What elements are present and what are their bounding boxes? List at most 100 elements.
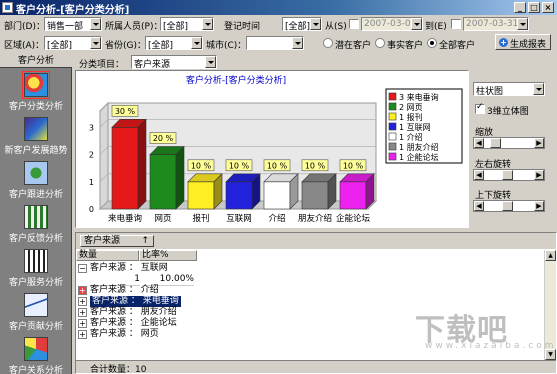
title-bar: 客户分析-[客户分类分析] _ □ ×	[0, 0, 557, 16]
province-select[interactable]: [全部]	[145, 36, 203, 51]
legend-swatch	[388, 112, 397, 121]
table-row[interactable]: 1 10.00%	[76, 274, 196, 286]
relation-chart-icon	[24, 337, 48, 361]
dept-value: 销售一部	[47, 22, 84, 32]
lr-slider-thumb[interactable]	[501, 170, 513, 180]
x-tick-label: 企能论坛	[336, 213, 371, 224]
chevron-down-icon[interactable]	[90, 18, 101, 30]
table-row[interactable]: + 客户来源 ： 介绍	[76, 285, 196, 296]
radio-actual-label: 事实客户	[387, 41, 424, 51]
sidebar-item-trend[interactable]: 新客户发展趋势	[0, 114, 72, 160]
expand-icon[interactable]: +	[78, 319, 87, 328]
chevron-down-icon[interactable]	[90, 37, 101, 49]
sidebar-item-relation[interactable]: 客户关系分析	[0, 334, 72, 374]
lr-rotate-slider[interactable]: ◀ ▶	[473, 169, 545, 181]
bar	[225, 181, 253, 210]
slider-left-arrow-icon[interactable]: ◀	[474, 170, 484, 180]
zoom-slider-thumb[interactable]	[489, 138, 501, 148]
minimize-button[interactable]: _	[514, 2, 526, 13]
from-date-picker[interactable]: 2007-03-01	[361, 17, 423, 31]
chevron-down-icon[interactable]	[292, 37, 303, 49]
table-row[interactable]: + 客户来源 ： 网页	[76, 329, 196, 340]
regtime-select[interactable]: [全部]	[282, 17, 322, 32]
chevron-down-icon[interactable]	[533, 83, 544, 95]
expand-icon[interactable]: +	[78, 286, 87, 295]
radio-potential[interactable]	[323, 38, 333, 48]
expand-icon[interactable]: +	[78, 308, 87, 317]
chart-type-select[interactable]: 柱状图	[473, 82, 545, 97]
chevron-down-icon[interactable]	[191, 37, 202, 49]
chart-title: 客户分析-[客户分类分析]	[186, 74, 286, 86]
table-row[interactable]: − 客户来源 ： 互联网	[76, 263, 196, 274]
data-label: 10 %	[343, 161, 364, 170]
group-bar: 客户来源 ↑	[76, 233, 556, 249]
table-row[interactable]: + 客户来源 ： 朋友介绍	[76, 307, 196, 318]
staff-select[interactable]: [全部]	[160, 17, 214, 32]
sidebar-item-service[interactable]: 客户服务分析	[0, 246, 72, 292]
dept-select[interactable]: 销售一部	[44, 17, 102, 32]
radio-actual[interactable]	[375, 38, 385, 48]
maximize-button[interactable]: □	[528, 2, 540, 13]
sort-arrow-icon: ↑	[141, 236, 149, 246]
x-tick-label: 网页	[154, 214, 171, 224]
zoom-slider[interactable]: ◀ ▶	[473, 137, 545, 149]
group-row-label: 客户来源 ： 互联网	[90, 263, 168, 273]
service-chart-icon	[24, 249, 48, 273]
collapse-icon[interactable]: −	[78, 264, 87, 273]
chevron-down-icon[interactable]	[205, 56, 216, 68]
group-by-chip[interactable]: 客户来源 ↑	[80, 235, 154, 247]
close-button[interactable]: ×	[542, 2, 554, 13]
radio-all[interactable]	[427, 38, 437, 48]
category-label: 分类项目：	[79, 60, 125, 70]
sidebar-item-classify[interactable]: 客户分类分析	[0, 70, 72, 116]
from-label: 从(S)	[325, 22, 347, 32]
category-select[interactable]: 客户来源	[131, 55, 217, 70]
slider-right-arrow-icon[interactable]: ▶	[534, 138, 544, 148]
chevron-down-icon[interactable]	[310, 18, 321, 30]
table-row[interactable]: + 客户来源 ： 来电垂询	[76, 296, 196, 307]
group-row-label: 客户来源 ： 朋友介绍	[90, 307, 177, 317]
expand-icon[interactable]: +	[78, 297, 87, 306]
staff-label: 所属人员(P)：	[105, 22, 163, 32]
data-label: 10 %	[267, 161, 288, 170]
to-date-picker[interactable]: 2007-03-31	[463, 17, 529, 31]
chart-side-wall	[99, 101, 109, 211]
sidebar-item-follow[interactable]: 客户跟进分析	[0, 158, 72, 204]
sidebar-item-contribution[interactable]: 客户贡献分析	[0, 290, 72, 336]
chevron-down-icon[interactable]	[411, 18, 422, 30]
watermark: 下载吧 www.xiazaiba.com	[415, 305, 554, 351]
sidebar-item-label: 客户关系分析	[8, 366, 63, 374]
x-tick-label: 互联网	[226, 214, 252, 224]
threed-checkbox[interactable]	[475, 102, 485, 114]
chevron-down-icon[interactable]	[202, 18, 213, 30]
legend-swatch	[388, 122, 397, 131]
ud-rotate-slider[interactable]: ◀ ▶	[473, 200, 545, 212]
slider-left-arrow-icon[interactable]: ◀	[474, 201, 484, 211]
region-value: [全部]	[47, 41, 73, 51]
slider-right-arrow-icon[interactable]: ▶	[534, 170, 544, 180]
y-tick-label: 3	[89, 123, 94, 132]
table-row[interactable]: + 客户来源 ： 企能论坛	[76, 318, 196, 329]
sidebar: 客户分析 客户分类分析 新客户发展趋势 客户跟进分析 客户反馈分析 客户服务分析…	[0, 54, 72, 374]
generate-report-button[interactable]: + 生成报表	[495, 34, 551, 50]
ud-slider-thumb[interactable]	[501, 201, 513, 211]
scroll-up-icon[interactable]: ▲	[545, 250, 556, 261]
col-header-ratio[interactable]: 比率%	[139, 250, 197, 261]
chevron-down-icon[interactable]	[517, 18, 528, 30]
city-select[interactable]	[246, 36, 304, 50]
region-select[interactable]: [全部]	[44, 36, 102, 51]
from-checkbox[interactable]	[349, 19, 359, 29]
data-label: 10 %	[191, 161, 212, 170]
expand-icon[interactable]: +	[78, 330, 87, 339]
slider-right-arrow-icon[interactable]: ▶	[534, 201, 544, 211]
group-by-label: 客户来源	[84, 236, 121, 246]
sidebar-header[interactable]: 客户分析	[0, 54, 72, 68]
sidebar-item-feedback[interactable]: 客户反馈分析	[0, 202, 72, 248]
slider-left-arrow-icon[interactable]: ◀	[474, 138, 484, 148]
total-count: 合计数量：10	[90, 365, 147, 374]
to-checkbox[interactable]	[451, 19, 461, 29]
bar	[149, 154, 177, 210]
col-header-count[interactable]: 数量	[76, 250, 139, 261]
trend-chart-icon	[24, 117, 48, 141]
generate-report-label: 生成报表	[510, 40, 547, 50]
